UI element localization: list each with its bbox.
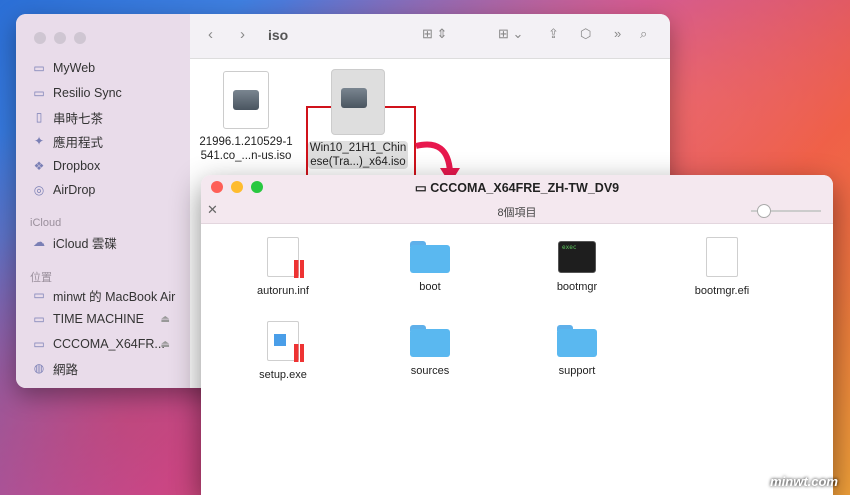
folder-icon: ▭ <box>33 61 45 75</box>
file-bootmgr[interactable]: exec bootmgr <box>522 237 632 293</box>
sidebar-item-network[interactable]: ◍ 網路 <box>32 358 78 378</box>
forward-icon[interactable]: › <box>240 26 245 43</box>
globe-icon: ◍ <box>33 361 45 375</box>
sidebar-item-doc[interactable]: ▯ 串時七茶 <box>32 107 103 127</box>
sidebar-item-myweb[interactable]: ▭ MyWeb <box>32 58 95 78</box>
inf-file-icon <box>267 237 304 278</box>
folder-support[interactable]: support <box>522 321 632 377</box>
volume-title: ▭ CCCOMA_X64FRE_ZH-TW_DV9 <box>414 181 620 195</box>
watermark: minwt.com <box>770 474 838 489</box>
folder-icon <box>410 241 450 273</box>
volume-window: ▭ CCCOMA_X64FRE_ZH-TW_DV9 ✕ 8個項目 autorun… <box>201 175 833 495</box>
minimize-button[interactable] <box>54 32 66 44</box>
exe-file-icon <box>267 321 304 362</box>
doc-icon: ▯ <box>35 110 43 124</box>
group-icon[interactable]: ⊞ ⌄ <box>498 26 523 42</box>
apps-icon: ✦ <box>33 134 45 148</box>
sidebar-item-timemachine[interactable]: ▭ TIME MACHINE <box>32 309 144 329</box>
icloud-header: iCloud <box>30 217 62 229</box>
file-bootmgr-efi[interactable]: bootmgr.efi <box>667 237 777 297</box>
dropbox-icon: ❖ <box>33 159 45 173</box>
folder-sources[interactable]: sources <box>375 321 485 377</box>
file-item[interactable]: 21996.1.210529-1 541.co_...n-us.iso <box>196 71 296 163</box>
window-title: iso <box>268 27 289 43</box>
folder-icon <box>410 325 450 357</box>
tag-icon[interactable]: ⬡ <box>580 26 591 42</box>
sidebar-item-dropbox[interactable]: ❖ Dropbox <box>32 156 101 176</box>
folder-icon: ▭ <box>33 86 45 100</box>
grid-view-icon[interactable]: ⊞ ⇕ <box>422 26 447 42</box>
cloud-icon: ☁ <box>33 235 45 249</box>
folder-boot[interactable]: boot <box>375 237 485 293</box>
sidebar-item-airdrop[interactable]: ◎ AirDrop <box>32 180 96 200</box>
location-header: 位置 <box>30 272 52 284</box>
airdrop-icon: ◎ <box>33 183 45 197</box>
volume-titlebar: ▭ CCCOMA_X64FRE_ZH-TW_DV9 <box>201 175 833 199</box>
eject-icon[interactable]: ⏏ <box>161 314 170 325</box>
slider-knob[interactable] <box>757 204 771 218</box>
laptop-icon: ▭ <box>33 288 45 302</box>
exec-file-icon: exec <box>558 241 596 273</box>
file-autorun[interactable]: autorun.inf <box>228 237 338 297</box>
folder-icon <box>557 325 597 357</box>
item-count: 8個項目 <box>497 207 537 219</box>
finder-toolbar: ‹ › iso ⊞ ⇕ ⊞ ⌄ ⇪ ⬡ » ⌕ <box>190 14 670 59</box>
eject-icon[interactable]: ⏏ <box>161 339 170 350</box>
close-button[interactable] <box>34 32 46 44</box>
sidebar-item-macbook[interactable]: ▭ minwt 的 MacBook Air <box>32 285 175 305</box>
iso-file-icon <box>331 69 385 135</box>
back-icon[interactable]: ‹ <box>208 26 213 43</box>
file-setup[interactable]: setup.exe <box>228 321 338 381</box>
search-icon[interactable]: ⌕ <box>640 26 647 42</box>
traffic-lights <box>34 32 86 44</box>
share-icon[interactable]: ⇪ <box>548 26 559 42</box>
sidebar-item-icloud[interactable]: ☁ iCloud 雲碟 <box>32 232 117 252</box>
sidebar-item-apps[interactable]: ✦ 應用程式 <box>32 131 103 151</box>
sidebar: ▭ MyWeb ▭ Resilio Sync ▯ 串時七茶 ✦ 應用程式 ❖ Dropbo… <box>16 14 190 388</box>
drive-icon: ▭ <box>414 181 431 195</box>
file-item-selected[interactable]: Win10_21H1_Chin ese(Tra...)_x64.iso <box>308 69 408 169</box>
iso-file-icon <box>223 71 269 129</box>
sidebar-item-cccoma[interactable]: ▭ CCCOMA_X64FR... <box>32 334 165 354</box>
zoom-button[interactable] <box>74 32 86 44</box>
drive-icon: ▭ <box>33 312 45 326</box>
sidebar-item-resilio[interactable]: ▭ Resilio Sync <box>32 83 121 103</box>
doc-icon <box>706 237 738 277</box>
more-icon[interactable]: » <box>614 26 621 41</box>
status-bar: ✕ 8個項目 <box>201 199 833 224</box>
drive-icon: ▭ <box>33 337 45 351</box>
